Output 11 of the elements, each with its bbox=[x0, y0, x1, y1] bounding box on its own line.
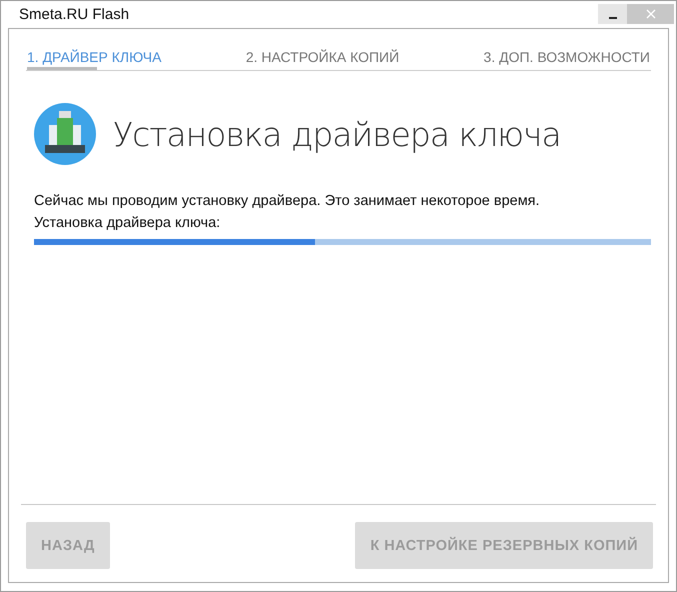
step-tab[interactable]: 2. НАСТРОЙКА КОПИЙ bbox=[246, 49, 400, 70]
step-tab[interactable]: 3. ДОП. ВОЗМОЖНОСТИ bbox=[484, 49, 650, 70]
progress-label: Установка драйвера ключа: bbox=[34, 215, 222, 231]
minimize-button[interactable] bbox=[598, 4, 627, 24]
window-title: Smeta.RU Flash bbox=[19, 6, 130, 23]
page-heading: Установка драйвера ключа bbox=[113, 114, 561, 154]
description-text: Сейчас мы проводим установку драйвера. Это занимает некоторое время. bbox=[34, 193, 541, 209]
step-tab[interactable]: 1. ДРАЙВЕР КЛЮЧА bbox=[27, 49, 162, 70]
close-icon bbox=[646, 9, 656, 19]
usb-installer-icon bbox=[34, 103, 96, 165]
minimize-icon bbox=[608, 17, 616, 19]
